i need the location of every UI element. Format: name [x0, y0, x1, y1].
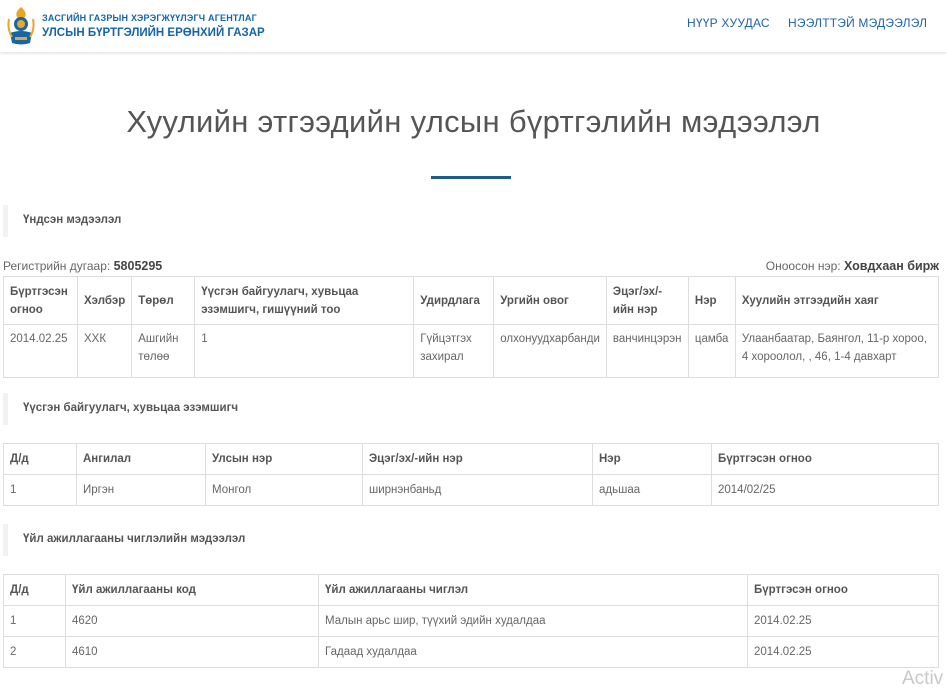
- table-cell: Малын арьс шир, түүхий эдийн худалдаа: [318, 605, 748, 637]
- table-row: 2 4610 Гадаад худалдаа 2014.02.25: [3, 636, 939, 668]
- section-title-basic-info: Үндсэн мэдээлэл: [23, 214, 122, 226]
- column-header: Хэлбэр: [76, 276, 133, 325]
- column-header: Үйл ажиллагааны чиглэл: [318, 574, 748, 606]
- column-header: Удирдлага: [413, 276, 495, 325]
- table-cell: ХХК: [76, 324, 133, 378]
- column-header: Ангилал: [76, 443, 206, 475]
- table-header-row: Д/д Үйл ажиллагааны код Үйл ажиллагааны …: [3, 574, 939, 606]
- column-header: Улсын нэр: [205, 443, 363, 475]
- page-title: Хуулийн этгээдийн улсын бүртгэлийн мэдээ…: [126, 104, 821, 139]
- column-header: Бүртгэсэн огноо: [747, 574, 939, 606]
- column-header: Бүртгэсэн огноо: [3, 276, 78, 325]
- table-cell: Монгол: [205, 474, 363, 506]
- table-cell: Гадаад худалдаа: [318, 636, 748, 668]
- activities-table: Д/д Үйл ажиллагааны код Үйл ажиллагааны …: [3, 574, 939, 668]
- registration-number-label: Регистрийн дугаар:: [3, 259, 111, 273]
- column-header: Эцэг/эх/-ийн нэр: [605, 276, 689, 325]
- agency-title: УЛСЫН БҮРТГЭЛИЙН ЕРӨНХИЙ ГАЗАР: [42, 27, 265, 39]
- agency-subtitle: ЗАСГИЙН ГАЗРЫН ХЭРЭГЖҮҮЛЭГЧ АГЕНТЛАГ: [42, 13, 257, 23]
- column-header: Төрөл: [131, 276, 196, 325]
- table-row: 1 4620 Малын арьс шир, түүхий эдийн худа…: [3, 605, 939, 637]
- registration-number-value: 5805295: [113, 259, 163, 273]
- top-navigation-bar: ЗАСГИЙН ГАЗРЫН ХЭРЭГЖҮҮЛЭГЧ АГЕНТЛАГ УЛС…: [0, 0, 947, 52]
- table-row: 2014.02.25 ХХК Ашгийн төлөө 1 Гүйцэтгэх …: [3, 324, 940, 378]
- activation-watermark: Activ: [902, 668, 944, 689]
- basic-info-table: Бүртгэсэн огноо Хэлбэр Төрөл Үүсгэн байг…: [3, 276, 940, 378]
- table-cell: 2014.02.25: [747, 605, 939, 637]
- table-cell: 2: [3, 636, 66, 668]
- registration-number: Регистрийн дугаар: 5805295: [3, 259, 162, 273]
- column-header: Д/д: [3, 443, 77, 475]
- assigned-name-label: Оноосон нэр:: [765, 259, 841, 273]
- column-header: Эцэг/эх/-ийн нэр: [362, 443, 593, 475]
- table-cell: 4610: [65, 636, 319, 668]
- table-cell: ширнэнбаньд: [362, 474, 593, 506]
- column-header: Бүртгэсэн огноо: [711, 443, 939, 475]
- section-header-founders: Үүсгэн байгуулагч, хувьцаа эзэмшигч: [3, 393, 944, 425]
- table-cell: 1: [3, 605, 66, 637]
- table-cell: ванчинцэрэн: [605, 324, 689, 378]
- table-cell: Гүйцэтгэх захирал: [413, 324, 495, 378]
- column-header: Нэр: [687, 276, 736, 325]
- table-cell: Улаанбаатар, Баянгол, 11-р хороо, 4 хоро…: [734, 324, 940, 378]
- nav-home-link[interactable]: НҮҮР ХУУДАС: [687, 16, 770, 30]
- column-header: Нэр: [592, 443, 712, 475]
- table-cell: Ашгийн төлөө: [131, 324, 196, 378]
- table-cell: 2014.02.25: [747, 636, 939, 668]
- column-header: Үйл ажиллагааны код: [65, 574, 319, 606]
- table-header-row: Д/д Ангилал Улсын нэр Эцэг/эх/-ийн нэр Н…: [3, 443, 939, 475]
- founders-table: Д/д Ангилал Улсын нэр Эцэг/эх/-ийн нэр Н…: [3, 443, 939, 506]
- table-cell: 1: [3, 474, 77, 506]
- column-header: Ургийн овог: [493, 276, 607, 325]
- column-header: Д/д: [3, 574, 66, 606]
- column-header: Хуулийн этгээдийн хаяг: [734, 276, 940, 325]
- section-header-basic-info: Үндсэн мэдээлэл: [3, 205, 944, 237]
- section-title-founders: Үүсгэн байгуулагч, хувьцаа эзэмшигч: [23, 402, 239, 414]
- title-divider: [431, 176, 511, 179]
- table-cell: 4620: [65, 605, 319, 637]
- table-row: 1 Иргэн Монгол ширнэнбаньд адьшаа 2014/0…: [3, 474, 939, 506]
- assigned-name-value: Ховдхаан бирж: [843, 259, 939, 273]
- table-cell: Иргэн: [76, 474, 206, 506]
- table-cell: адьшаа: [592, 474, 712, 506]
- table-cell: олхонуудхарбанди: [493, 324, 607, 378]
- government-emblem-logo[interactable]: [6, 5, 36, 47]
- table-cell: 2014/02/25: [711, 474, 939, 506]
- section-title-activities: Үйл ажиллагааны чиглэлийн мэдээлэл: [23, 533, 246, 545]
- section-header-activities: Үйл ажиллагааны чиглэлийн мэдээлэл: [3, 524, 944, 556]
- table-header-row: Бүртгэсэн огноо Хэлбэр Төрөл Үүсгэн байг…: [3, 276, 940, 325]
- table-cell: цамба: [687, 324, 736, 378]
- nav-open-data-link[interactable]: НЭЭЛТТЭЙ МЭДЭЭЛЭЛ: [788, 16, 927, 30]
- column-header: Үүсгэн байгуулагч, хувьцаа эзэмшигч, гиш…: [194, 276, 415, 325]
- assigned-name: Оноосон нэр: Ховдхаан бирж: [766, 259, 939, 273]
- table-cell: 2014.02.25: [3, 324, 78, 378]
- table-cell: 1: [194, 324, 415, 378]
